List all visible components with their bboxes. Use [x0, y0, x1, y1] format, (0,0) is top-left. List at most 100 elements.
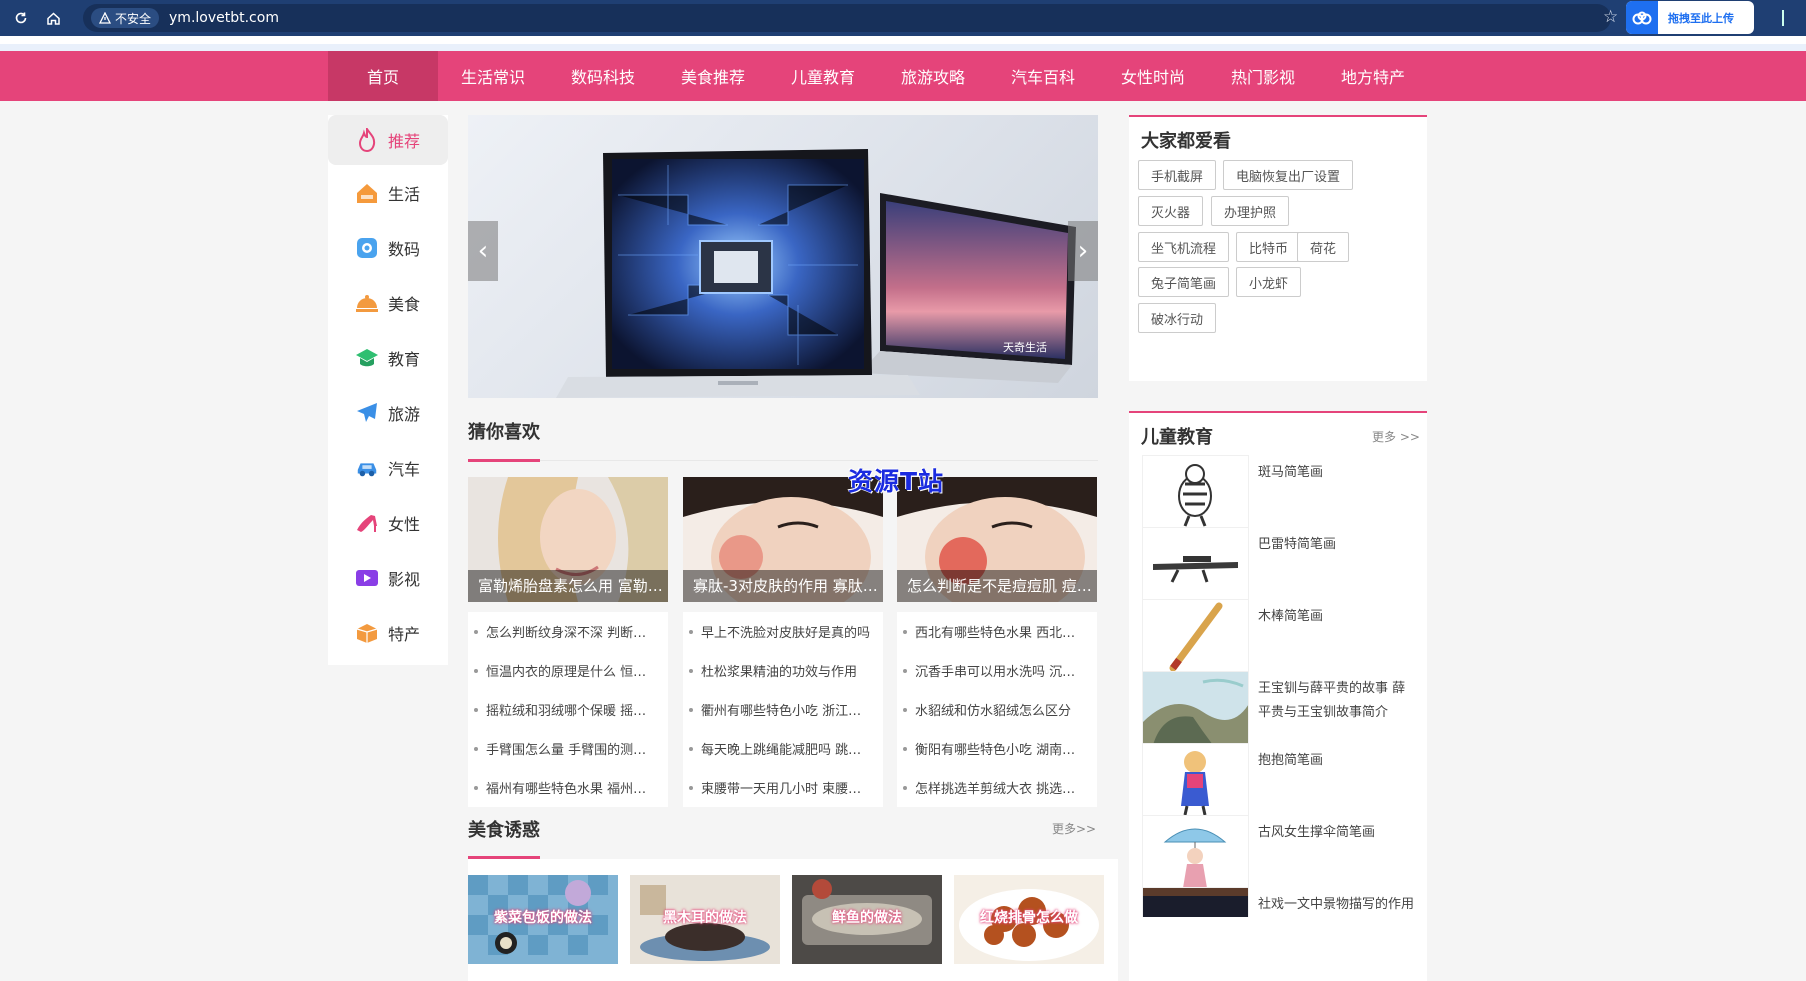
- list-item[interactable]: 衡阳有哪些特色小吃 湖南衡阳特色小吃: [897, 729, 1097, 768]
- kids-list-item[interactable]: 社戏一文中景物描写的作用: [1142, 887, 1422, 917]
- list-item[interactable]: 怎么判断纹身深不深 判断纹身深浅的方法: [468, 612, 668, 651]
- list-item[interactable]: 手臂围怎么量 手臂围的测量方法: [468, 729, 668, 768]
- home-icon[interactable]: [42, 7, 64, 29]
- bullet-dot: [903, 707, 907, 712]
- bullet-dot: [689, 707, 693, 712]
- sidebar-item[interactable]: 旅游: [328, 385, 448, 440]
- list-item[interactable]: 沉香手串可以用水洗吗 沉香手串怎么清洗: [897, 651, 1097, 690]
- list-item[interactable]: 怎样挑选羊剪绒大衣 挑选羊剪绒大衣的方法: [897, 768, 1097, 807]
- nav-item[interactable]: 生活常识: [438, 51, 548, 101]
- address-bar[interactable]: 不安全 ym.lovetbt.com: [83, 4, 1611, 32]
- nav-item[interactable]: 热门影视: [1208, 51, 1318, 101]
- kids-more-link[interactable]: 更多 >>: [1372, 428, 1420, 445]
- popular-tag[interactable]: 荷花: [1297, 232, 1350, 262]
- list-item[interactable]: 福州有哪些特色水果 福州特色水果推荐: [468, 768, 668, 807]
- high-heel-icon: [355, 511, 379, 535]
- sidebar-item[interactable]: 特产: [328, 605, 448, 660]
- bullet-dot: [903, 668, 907, 673]
- list-item-text: 福州有哪些特色水果 福州特色水果推荐: [486, 782, 656, 797]
- kids-list-item[interactable]: 木棒简笔画: [1142, 599, 1422, 672]
- popular-tag[interactable]: 兔子简笔画: [1138, 267, 1230, 297]
- sidebar-item-label: 生活: [388, 184, 421, 204]
- banner-carousel[interactable]: ‹ › 天奇生活: [468, 115, 1098, 398]
- popular-tag[interactable]: 手机截屏: [1138, 160, 1217, 190]
- guess-card[interactable]: 富勒烯胎盘素怎么用 富勒烯胎盘素的使用方法: [468, 477, 668, 602]
- food-item[interactable]: 紫菜包饭的做法: [468, 875, 618, 964]
- bullet-dot: [903, 785, 907, 790]
- banner-next-button[interactable]: ›: [1068, 221, 1098, 281]
- list-item[interactable]: 水貂绒和仿水貂绒怎么区分: [897, 690, 1097, 729]
- card-caption: 寡肽-3对皮肤的作用 寡肽-3的功效: [683, 570, 883, 602]
- kids-list-item[interactable]: 斑马简笔画: [1142, 455, 1422, 528]
- insecure-badge[interactable]: 不安全: [91, 8, 160, 28]
- nav-item[interactable]: 旅游攻略: [878, 51, 988, 101]
- warning-icon: [99, 12, 111, 24]
- list-item[interactable]: 衢州有哪些特色小吃 浙江衢州特色小吃: [683, 690, 883, 729]
- sidebar-item[interactable]: 生活: [328, 165, 448, 220]
- list-item-text: 怎样挑选羊剪绒大衣 挑选羊剪绒大衣的方法: [915, 782, 1085, 797]
- list-item-text: 恒温内衣的原理是什么 恒温内衣的作用: [486, 665, 656, 680]
- food-caption: 紫菜包饭的做法: [494, 910, 592, 926]
- url-text[interactable]: ym.lovetbt.com: [169, 10, 279, 26]
- food-item[interactable]: 鲜鱼的做法: [792, 875, 942, 964]
- sidebar-toggle-icon[interactable]: [1764, 10, 1784, 26]
- sidebar-item[interactable]: 女性: [328, 495, 448, 550]
- kids-item-title: 木棒简笔画: [1258, 609, 1324, 624]
- sidebar-item-label: 女性: [388, 514, 421, 534]
- sidebar-item[interactable]: 数码: [328, 220, 448, 275]
- list-item[interactable]: 杜松浆果精油的功效与作用: [683, 651, 883, 690]
- bookmark-star-icon[interactable]: ☆: [1603, 7, 1618, 27]
- food-more-link[interactable]: 更多>>: [1052, 820, 1096, 837]
- food-item[interactable]: 红烧排骨怎么做: [954, 875, 1104, 964]
- popular-tag[interactable]: 电脑恢复出厂设置: [1223, 160, 1354, 190]
- banner-image: [556, 149, 1076, 398]
- sidebar-item[interactable]: 美食: [328, 275, 448, 330]
- drag-upload-button[interactable]: 拖拽至此上传: [1626, 1, 1754, 34]
- food-item[interactable]: 黑木耳的做法: [630, 875, 780, 964]
- popular-tag[interactable]: 比特币: [1236, 232, 1302, 262]
- bullet-dot: [689, 629, 693, 634]
- banner-prev-button[interactable]: ‹: [468, 221, 498, 281]
- popular-tag[interactable]: 灭火器: [1138, 196, 1204, 226]
- kids-thumbnail: [1142, 599, 1249, 672]
- nav-item[interactable]: 数码科技: [548, 51, 658, 101]
- nav-item[interactable]: 美食推荐: [658, 51, 768, 101]
- food-panel: 紫菜包饭的做法 黑木耳的做法 鲜鱼的做法 红烧排骨怎么做: [468, 859, 1118, 981]
- kids-list-item[interactable]: 王宝钏与薛平贵的故事 薛平贵与王宝钏故事简介: [1142, 671, 1422, 744]
- popular-tag[interactable]: 坐飞机流程: [1138, 232, 1230, 262]
- popular-tag[interactable]: 办理护照: [1211, 196, 1290, 226]
- kids-list-item[interactable]: 巴雷特简笔画: [1142, 527, 1422, 600]
- list-item[interactable]: 每天晚上跳绳能减肥吗 跳绳减肥: [683, 729, 883, 768]
- camera-icon: [355, 236, 379, 260]
- list-item-text: 早上不洗脸对皮肤好是真的吗: [701, 626, 871, 641]
- popular-tag[interactable]: 破冰行动: [1138, 303, 1217, 333]
- food-caption: 鲜鱼的做法: [832, 910, 902, 926]
- guess-section-title: 猜你喜欢: [468, 422, 540, 443]
- sidebar-item-label: 旅游: [388, 404, 421, 424]
- sidebar-item[interactable]: 推荐: [328, 115, 448, 165]
- popular-title: 大家都爱看: [1141, 131, 1231, 152]
- list-item[interactable]: 西北有哪些特色水果 西北特色水果推荐: [897, 612, 1097, 651]
- list-item[interactable]: 束腰带一天用几小时 束腰带的使用: [683, 768, 883, 807]
- list-item[interactable]: 恒温内衣的原理是什么 恒温内衣的作用: [468, 651, 668, 690]
- nav-item[interactable]: 女性时尚: [1098, 51, 1208, 101]
- nav-item[interactable]: 儿童教育: [768, 51, 878, 101]
- sidebar-item[interactable]: 教育: [328, 330, 448, 385]
- list-item[interactable]: 早上不洗脸对皮肤好是真的吗: [683, 612, 883, 651]
- kids-item-title: 王宝钏与薛平贵的故事 薛平贵与王宝钏故事简介: [1258, 681, 1406, 720]
- sidebar-item-label: 影视: [388, 569, 421, 589]
- kids-item-title: 斑马简笔画: [1258, 465, 1324, 480]
- reload-icon[interactable]: [10, 7, 32, 29]
- video-icon: [355, 566, 379, 590]
- nav-item[interactable]: 地方特产: [1318, 51, 1428, 101]
- kids-list-item[interactable]: 古风女生撑伞简笔画: [1142, 815, 1422, 888]
- kids-thumbnail: [1142, 815, 1249, 888]
- list-item[interactable]: 摇粒绒和羽绒哪个保暖 摇粒绒和羽绒的区别: [468, 690, 668, 729]
- kids-list-item[interactable]: 抱抱简笔画: [1142, 743, 1422, 816]
- food-caption: 黑木耳的做法: [663, 910, 747, 926]
- sidebar-item[interactable]: 汽车: [328, 440, 448, 495]
- popular-tag[interactable]: 小龙虾: [1236, 267, 1302, 297]
- sidebar-item[interactable]: 影视: [328, 550, 448, 605]
- nav-item[interactable]: 汽车百科: [988, 51, 1098, 101]
- nav-item[interactable]: 首页: [328, 51, 438, 101]
